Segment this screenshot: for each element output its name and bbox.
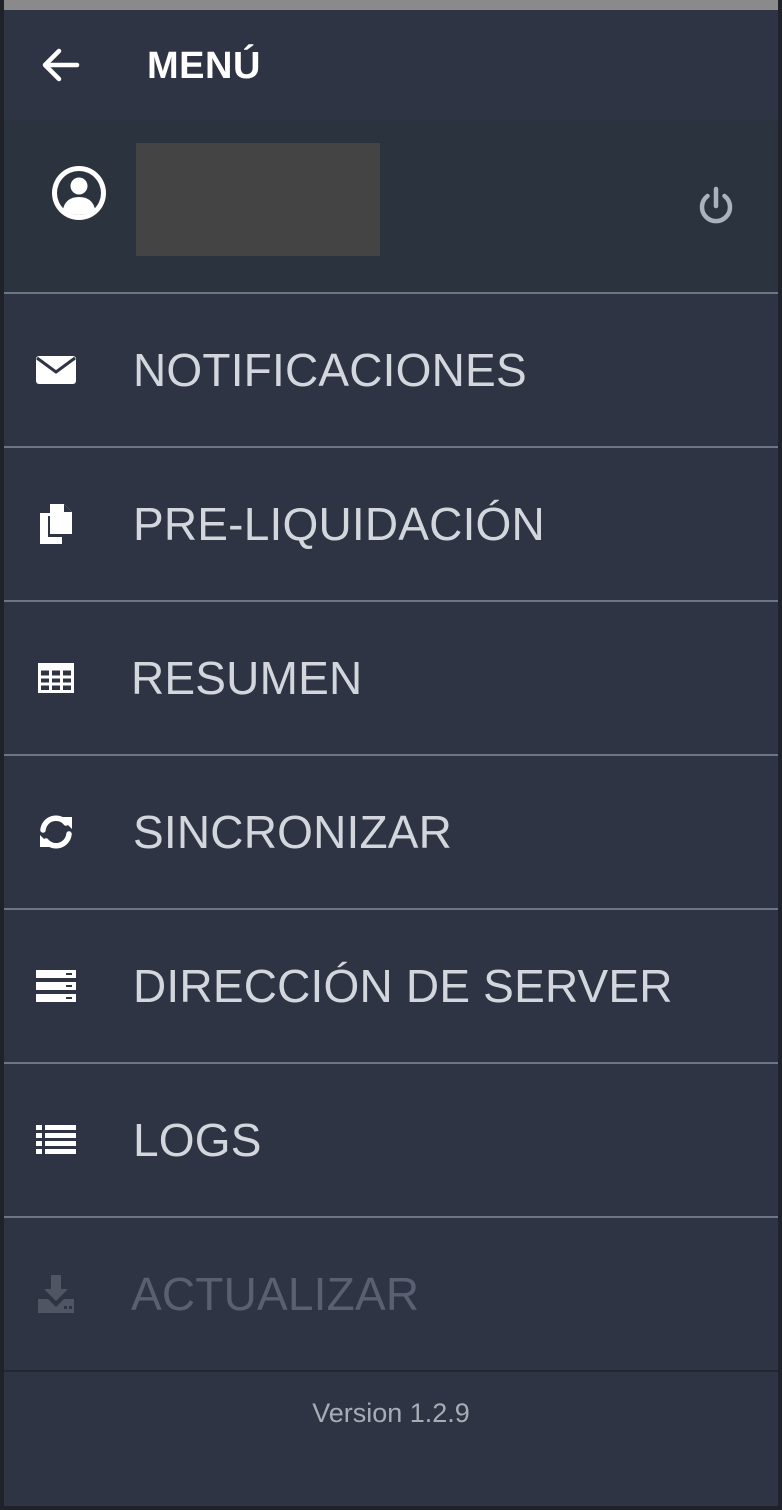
logout-button[interactable] [694,184,738,228]
menu-item-direccion-de-server[interactable]: DIRECCIÓN DE SERVER [4,910,778,1064]
menu-item-label: RESUMEN [131,652,363,704]
menu-item-label: SINCRONIZAR [133,806,453,858]
user-circle-icon [52,166,106,220]
app-version: Version 1.2.9 [312,1398,470,1428]
user-panel [4,120,778,294]
sync-icon [34,810,78,854]
table-icon [34,656,78,700]
back-button[interactable] [36,40,86,90]
user-name-redacted [136,143,380,256]
drawer-header: MENÚ [4,10,778,120]
navigation-drawer: MENÚ NOTIFICACIONES PRE-LIQUIDACIÓN RESU… [0,0,782,1510]
menu-item-notificaciones[interactable]: NOTIFICACIONES [4,294,778,448]
status-strip [4,0,778,10]
download-icon [34,1272,78,1316]
menu-item-logs[interactable]: LOGS [4,1064,778,1218]
menu-item-sincronizar[interactable]: SINCRONIZAR [4,756,778,910]
menu-item-pre-liquidacion[interactable]: PRE-LIQUIDACIÓN [4,448,778,602]
menu-item-resumen[interactable]: RESUMEN [4,602,778,756]
page-title: MENÚ [147,45,261,87]
menu-item-label: LOGS [133,1114,262,1166]
documents-icon [34,502,78,546]
menu-item-actualizar[interactable]: ACTUALIZAR [4,1218,778,1372]
envelope-icon [34,348,78,392]
menu-list: NOTIFICACIONES PRE-LIQUIDACIÓN RESUMEN S… [4,294,778,1372]
menu-item-label: DIRECCIÓN DE SERVER [133,960,673,1012]
list-icon [34,1118,78,1162]
power-icon [699,186,733,224]
arrow-left-icon [42,48,80,82]
menu-item-label: NOTIFICACIONES [133,344,527,396]
menu-item-label: ACTUALIZAR [131,1268,420,1320]
server-icon [34,964,78,1008]
menu-item-label: PRE-LIQUIDACIÓN [133,498,545,550]
